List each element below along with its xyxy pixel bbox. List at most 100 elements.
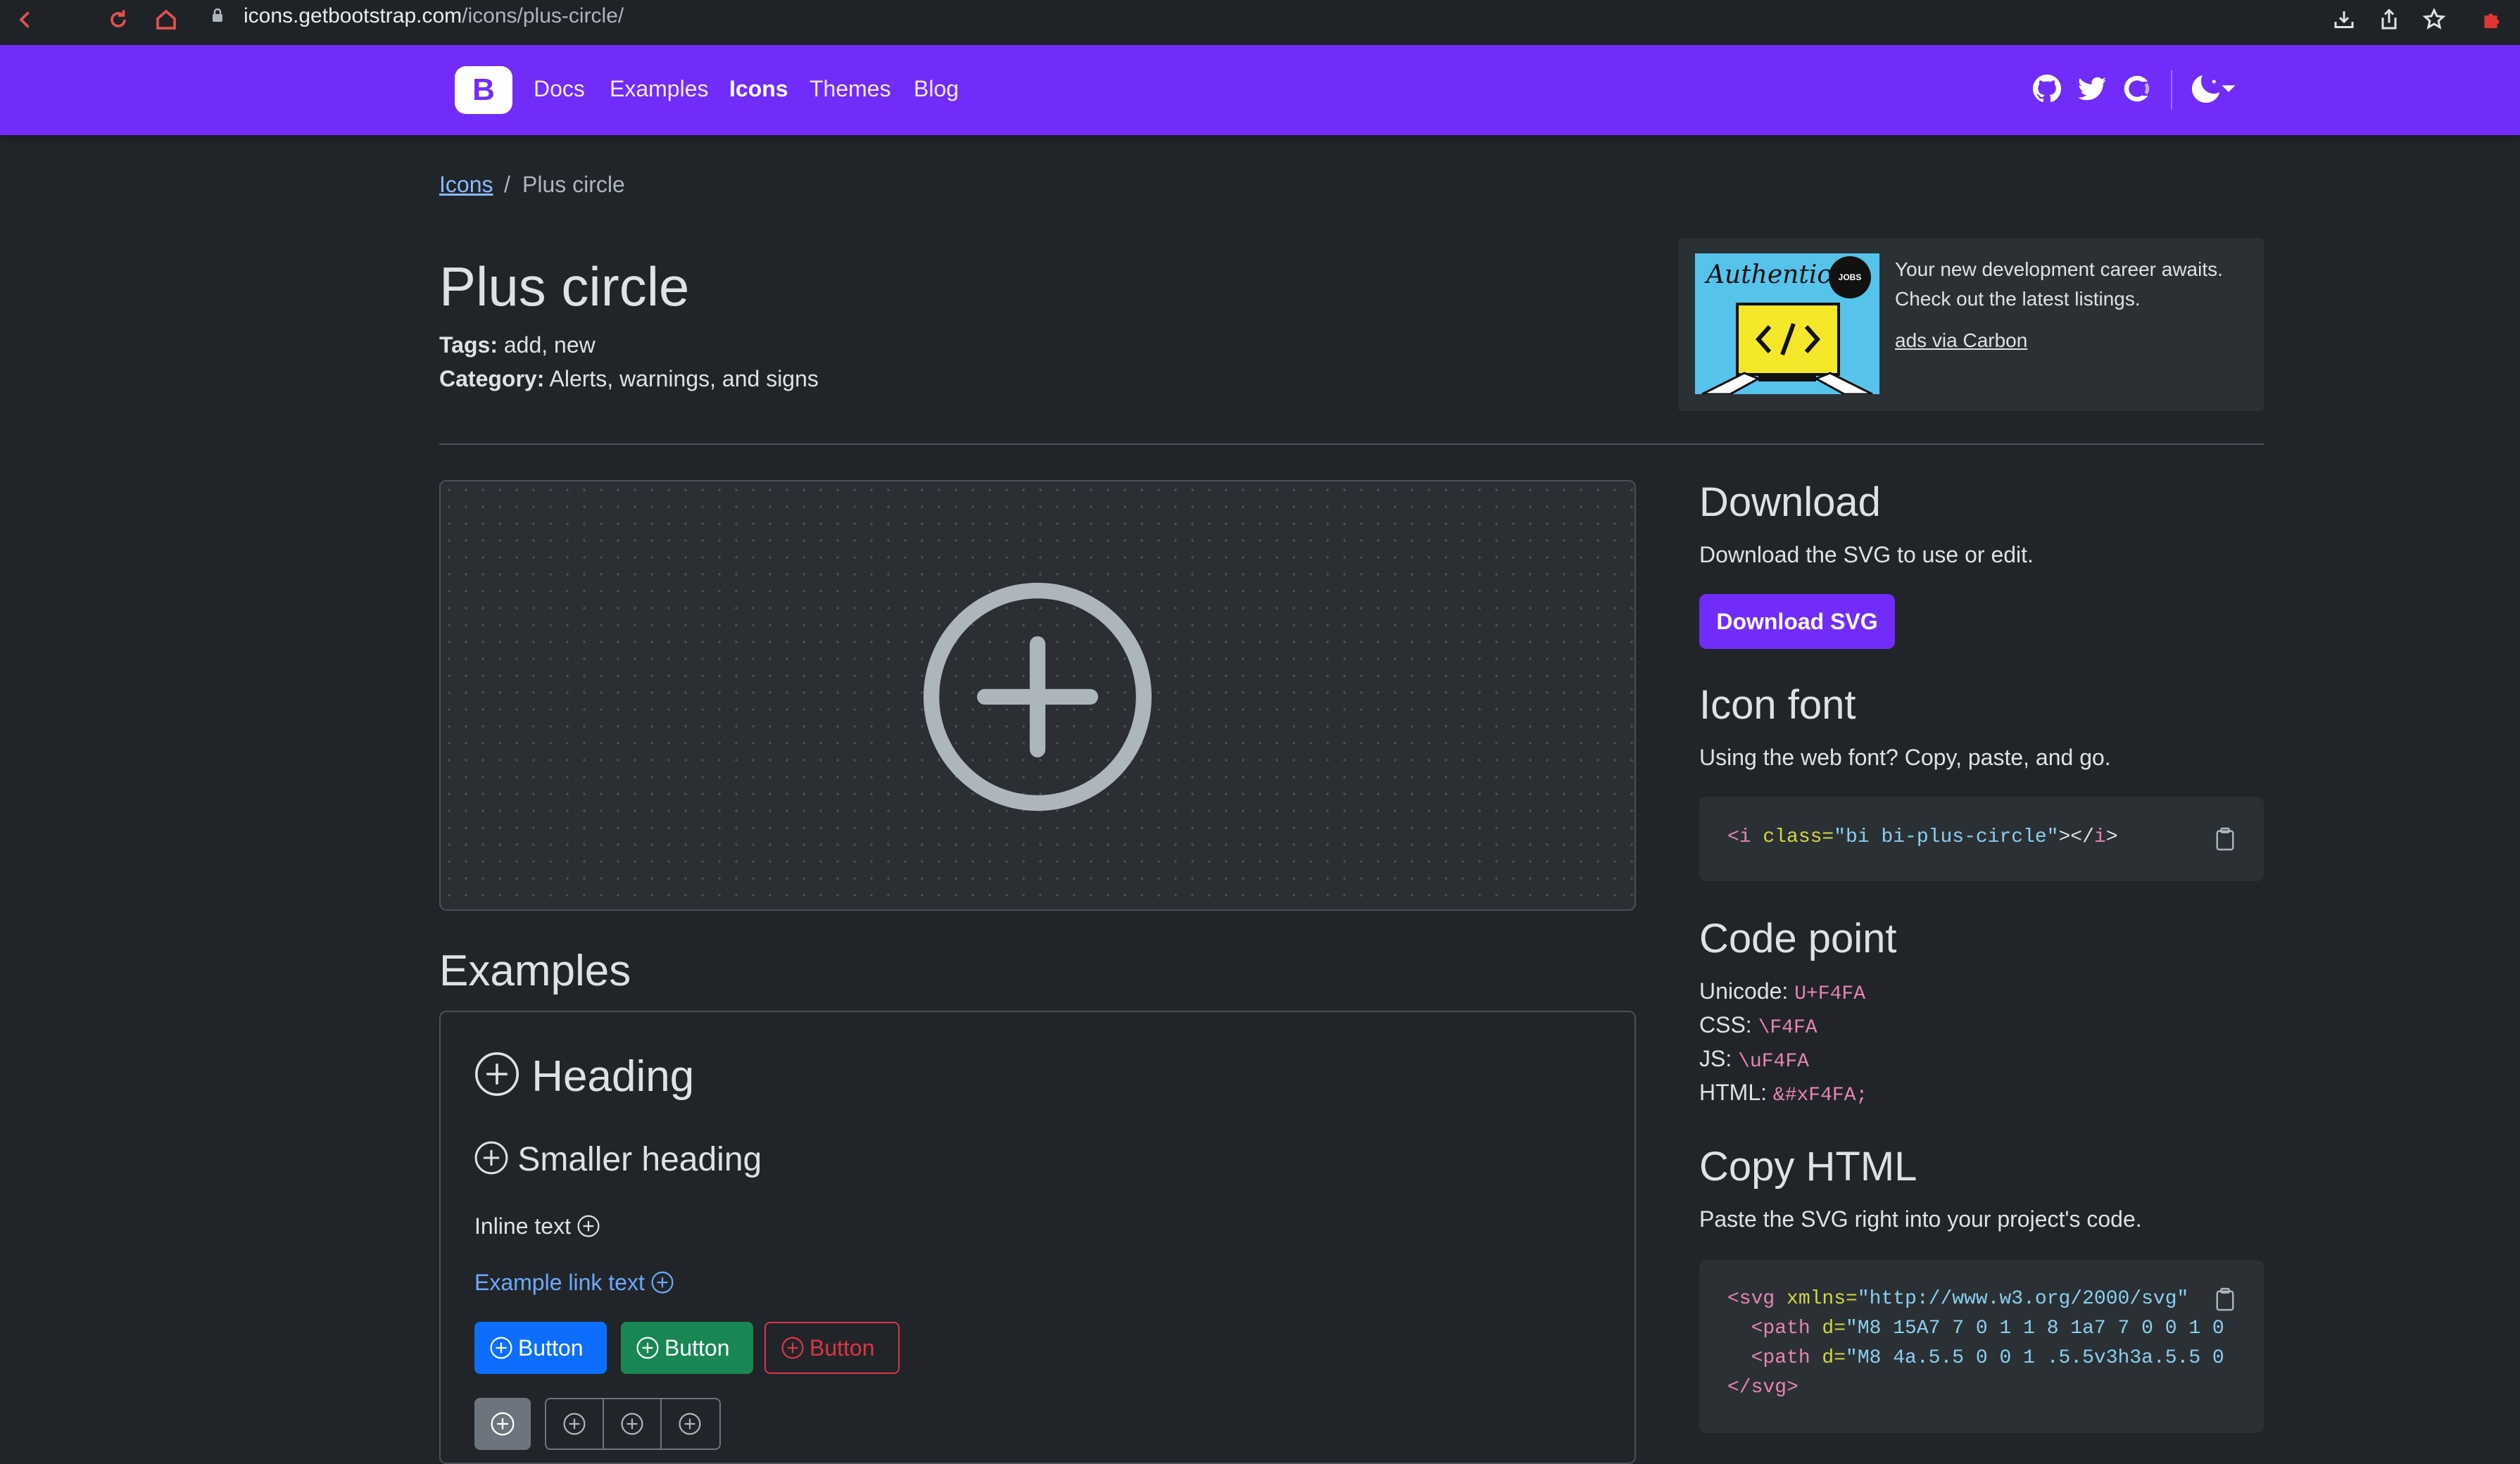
ad-text[interactable]: Your new development career awaits. Chec…: [1895, 255, 2247, 314]
example-link[interactable]: Example link text: [474, 1270, 674, 1296]
plus-circle-icon[interactable]: [563, 1413, 586, 1435]
download-heading: Download: [1699, 479, 1881, 525]
examples-heading: Examples: [439, 947, 631, 995]
ad-hands-illustration: [1701, 372, 1873, 394]
example-success-button[interactable]: Button: [621, 1322, 753, 1374]
example-button-group: [545, 1398, 721, 1450]
svg-xmlns-value: "http://www.w3.org/2000/svg": [1857, 1288, 2189, 1310]
copy-html-code-block: <svg xmlns="http://www.w3.org/2000/svg" …: [1699, 1260, 2264, 1433]
twitter-icon[interactable]: [2078, 75, 2106, 103]
icon-font-code: <i class="bi bi-plus-circle"></i>: [1727, 826, 2118, 848]
back-icon[interactable]: [13, 7, 38, 32]
code-attr: class=: [1751, 826, 1834, 848]
html-label: HTML:: [1699, 1080, 1767, 1105]
browser-toolbar: icons.getbootstrap.com/icons/plus-circle…: [0, 0, 2520, 46]
clipboard-icon[interactable]: [2215, 1287, 2236, 1312]
example-inline-text: Inline text: [474, 1213, 600, 1239]
examples-panel: Heading Smaller heading Inline text Exam…: [439, 1011, 1636, 1464]
js-label: JS:: [1699, 1046, 1732, 1071]
code-tag-close: i: [2093, 826, 2106, 848]
reload-icon[interactable]: [106, 7, 131, 32]
download-svg-button[interactable]: Download SVG: [1699, 594, 1895, 649]
plus-circle-icon: [474, 1141, 508, 1175]
code-point-heading: Code point: [1699, 916, 1897, 961]
github-icon[interactable]: [2033, 75, 2061, 103]
nav-docs[interactable]: Docs: [534, 76, 585, 102]
icon-font-description: Using the web font? Copy, paste, and go.: [1699, 745, 2111, 770]
example-primary-button[interactable]: Button: [474, 1322, 607, 1374]
brand-letter: B: [472, 72, 495, 107]
code-point-css: CSS: \F4FA: [1699, 1012, 1817, 1039]
group-divider: [660, 1399, 662, 1449]
star-icon[interactable]: [2421, 7, 2447, 32]
html-value: &#xF4FA;: [1772, 1085, 1868, 1106]
breadcrumb-icons-link[interactable]: Icons: [439, 172, 493, 198]
category-label: Category:: [439, 366, 545, 391]
code-point-unicode: Unicode: U+F4FA: [1699, 978, 1865, 1005]
copy-html-description: Paste the SVG right into your project's …: [1699, 1206, 2142, 1232]
nav-examples[interactable]: Examples: [610, 76, 709, 102]
example-link-text[interactable]: Example link text: [474, 1270, 645, 1295]
plus-circle-icon[interactable]: [679, 1413, 701, 1435]
plus-circle-icon: [924, 583, 1152, 811]
unicode-label: Unicode:: [1699, 978, 1789, 1004]
group-divider: [603, 1399, 604, 1449]
code-point-js: JS: \uF4FA: [1699, 1046, 1809, 1073]
plus-circle-icon: [781, 1337, 804, 1359]
example-heading: Heading: [474, 1052, 694, 1102]
danger-button-label: Button: [809, 1335, 875, 1361]
plus-circle-icon[interactable]: [621, 1413, 643, 1435]
page-title: Plus circle: [439, 255, 690, 317]
code-point-html: HTML: &#xF4FA;: [1699, 1080, 1867, 1106]
path2-tag: <path: [1727, 1347, 1810, 1369]
nav-themes[interactable]: Themes: [809, 76, 891, 102]
url-path: /icons/plus-circle/: [462, 4, 624, 27]
plus-circle-icon: [490, 1337, 512, 1359]
clipboard-icon[interactable]: [2215, 826, 2236, 852]
example-smaller-heading: Smaller heading: [474, 1140, 762, 1179]
download-tray-icon[interactable]: [2331, 7, 2357, 32]
svg-open-tag: <svg: [1727, 1288, 1775, 1310]
home-icon[interactable]: [153, 7, 179, 32]
svg-close-tag: </svg>: [1727, 1377, 1798, 1399]
svg-code-line-3: <path d="M8 4a.5.5 0 0 1 .5.5v3h3a.5.5 0: [1727, 1347, 2224, 1369]
plus-circle-icon: [577, 1215, 600, 1237]
ad-jobs-badge: JOBS: [1829, 256, 1871, 298]
tags-value: add, new: [503, 332, 596, 358]
tags-line: Tags: add, new: [439, 332, 596, 358]
css-value: \F4FA: [1758, 1017, 1817, 1039]
moon-icon[interactable]: [2192, 75, 2220, 103]
copy-html-heading: Copy HTML: [1699, 1144, 1917, 1190]
icon-preview: [439, 480, 1636, 911]
nav-blog[interactable]: Blog: [914, 76, 959, 102]
plus-circle-icon: [636, 1337, 659, 1359]
code-close: ></: [2058, 826, 2094, 848]
nav-icons[interactable]: Icons: [729, 76, 788, 102]
divider: [439, 443, 2264, 445]
bootstrap-logo[interactable]: B: [455, 66, 512, 114]
primary-button-label: Button: [518, 1335, 584, 1361]
svg-xmlns-attr: xmlns=: [1775, 1288, 1858, 1310]
ad-carbon-link[interactable]: ads via Carbon: [1895, 329, 2027, 352]
success-button-label: Button: [664, 1335, 730, 1361]
svg-code-line-1: <svg xmlns="http://www.w3.org/2000/svg": [1727, 1288, 2188, 1310]
chevron-down-icon[interactable]: [2220, 75, 2237, 103]
ad-image[interactable]: Authentic JOBS: [1695, 253, 1879, 394]
carbon-ad[interactable]: Authentic JOBS Your new development care…: [1678, 238, 2264, 411]
puzzle-icon[interactable]: [2479, 7, 2505, 32]
svg-code-line-2: <path d="M8 15A7 7 0 1 1 8 1a7 7 0 0 1 0: [1727, 1318, 2224, 1339]
css-label: CSS:: [1699, 1012, 1752, 1037]
lock-icon: [213, 8, 222, 22]
address-bar[interactable]: icons.getbootstrap.com/icons/plus-circle…: [244, 4, 624, 28]
example-heading-text: Heading: [531, 1052, 695, 1101]
ad-image-wordmark: Authentic: [1706, 260, 1832, 289]
category-line: Category: Alerts, warnings, and signs: [439, 366, 819, 392]
share-icon[interactable]: [2376, 7, 2402, 32]
plus-circle-icon: [651, 1271, 674, 1294]
category-value: Alerts, warnings, and signs: [549, 366, 819, 391]
example-outline-danger-button[interactable]: Button: [764, 1322, 900, 1374]
inline-text: Inline text: [474, 1213, 571, 1239]
nav-divider: [2171, 70, 2172, 110]
open-collective-icon[interactable]: [2123, 75, 2151, 103]
example-icon-button[interactable]: [474, 1398, 531, 1450]
